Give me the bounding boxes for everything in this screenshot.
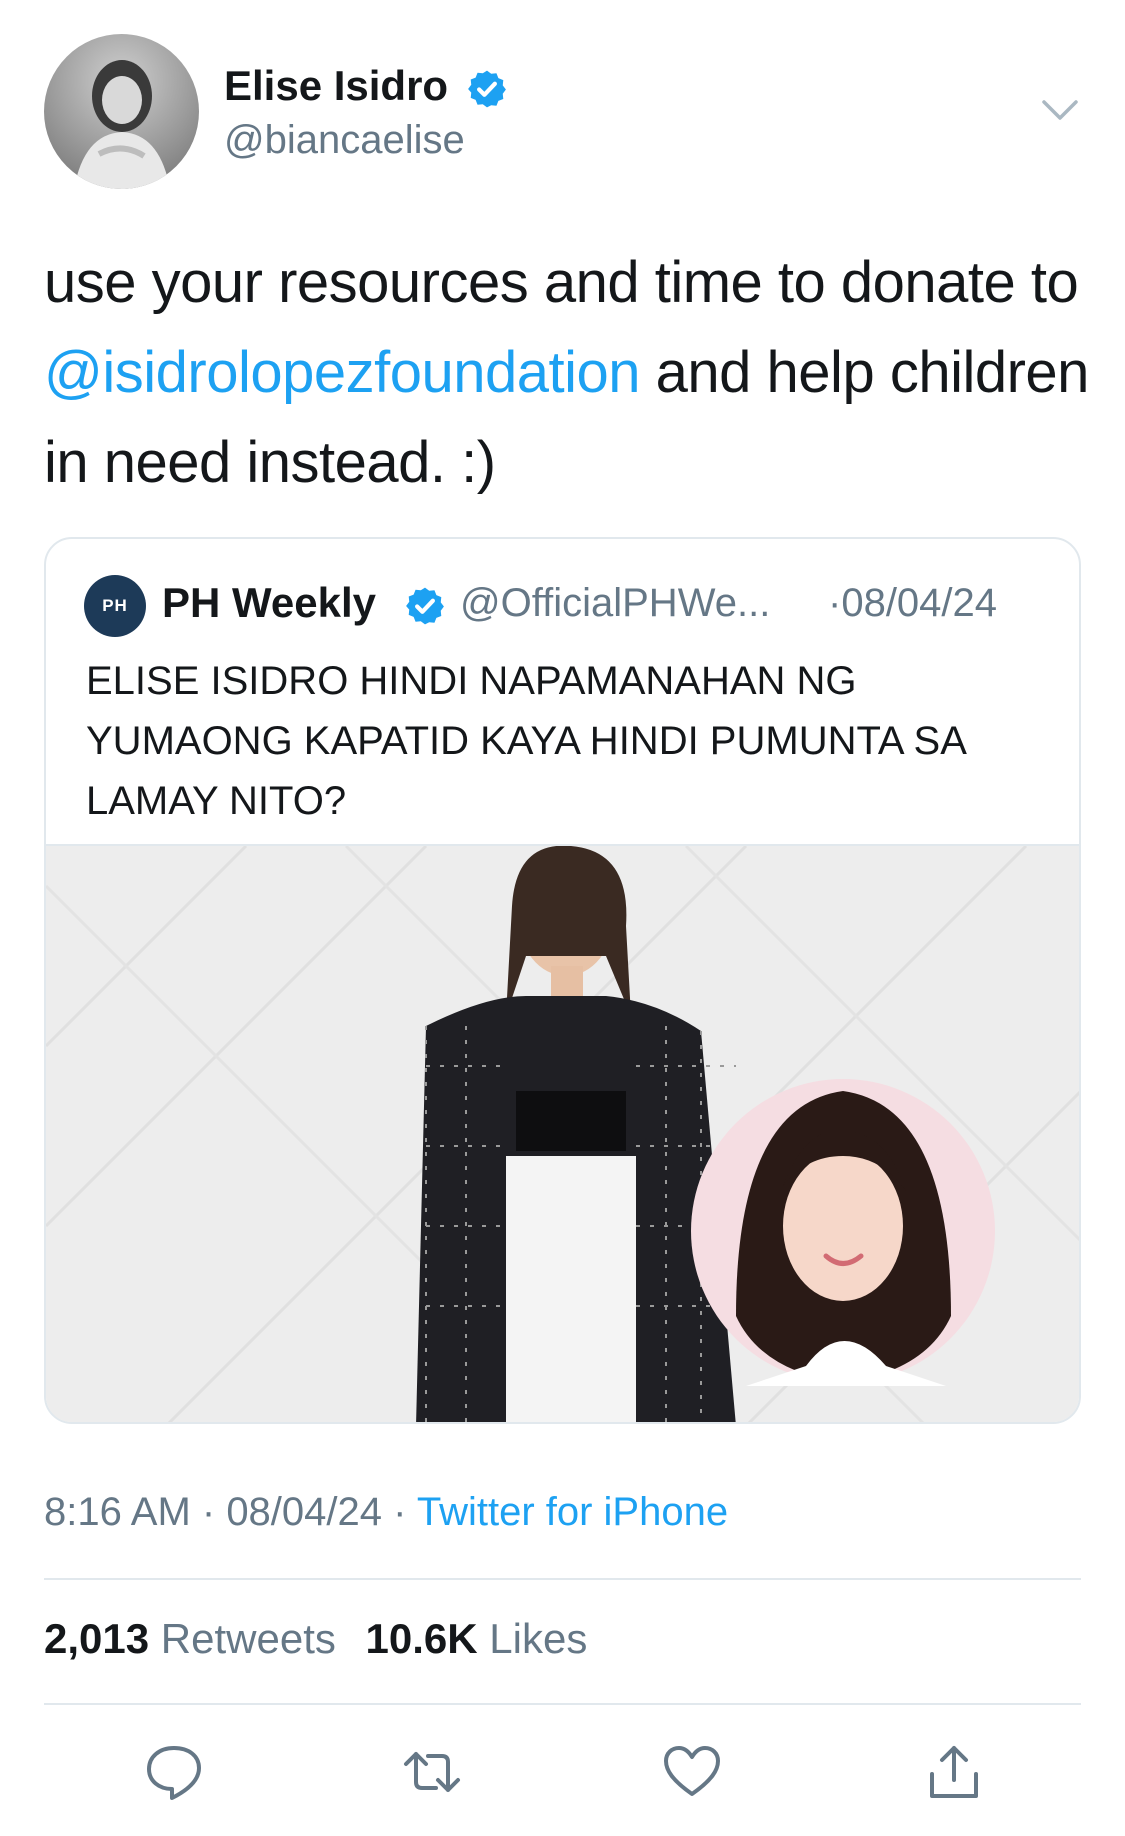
tweet-date: 08/04/24 (226, 1490, 383, 1534)
tweet-text: use your resources and time to donate to… (44, 238, 1089, 508)
author-name[interactable]: Elise Isidro (224, 62, 448, 110)
like-icon[interactable] (662, 1742, 722, 1802)
tweet-stats: 2,013 Retweets 10.6K Likes (44, 1615, 605, 1663)
avatar-photo (74, 60, 170, 189)
meta-separator: · (190, 1490, 227, 1534)
share-icon[interactable] (924, 1742, 984, 1802)
quoted-author-name: PH Weekly (162, 579, 376, 626)
divider (44, 1703, 1081, 1705)
retweets-label[interactable]: Retweets (161, 1615, 336, 1662)
photo-image (46, 846, 1079, 1422)
author-handle[interactable]: @biancaelise (224, 118, 465, 163)
verified-badge-icon (406, 587, 444, 625)
avatar[interactable] (44, 34, 199, 189)
tweet-source-link[interactable]: Twitter for iPhone (417, 1490, 728, 1534)
chevron-down-icon[interactable] (1040, 96, 1080, 126)
tweet-meta: 8:16 AM · 08/04/24 · Twitter for iPhone (44, 1490, 728, 1535)
verified-badge-icon (468, 70, 506, 108)
divider (44, 1578, 1081, 1580)
likes-label[interactable]: Likes (489, 1615, 587, 1662)
quoted-tweet[interactable]: PH PH Weekly @OfficialPHWe... ·08/04/24 … (44, 537, 1081, 1424)
retweet-icon[interactable] (402, 1742, 462, 1802)
mention-link[interactable]: @isidrolopezfoundation (44, 340, 641, 405)
quoted-media-photo[interactable] (46, 844, 1079, 1422)
meta-separator: · (382, 1490, 417, 1534)
quoted-avatar: PH (84, 575, 146, 637)
reply-icon[interactable] (144, 1742, 204, 1802)
retweets-count[interactable]: 2,013 (44, 1615, 149, 1662)
likes-count[interactable]: 10.6K (366, 1615, 478, 1662)
tweet-time: 8:16 AM (44, 1490, 191, 1534)
tweet-text-part: use your resources and time to donate to (44, 250, 1079, 315)
quoted-date: ·08/04/24 (828, 581, 998, 625)
quoted-text: ELISE ISIDRO HINDI NAPAMANAHAN NG YUMAON… (86, 659, 965, 823)
quoted-author-handle: @OfficialPHWe... (460, 581, 771, 625)
